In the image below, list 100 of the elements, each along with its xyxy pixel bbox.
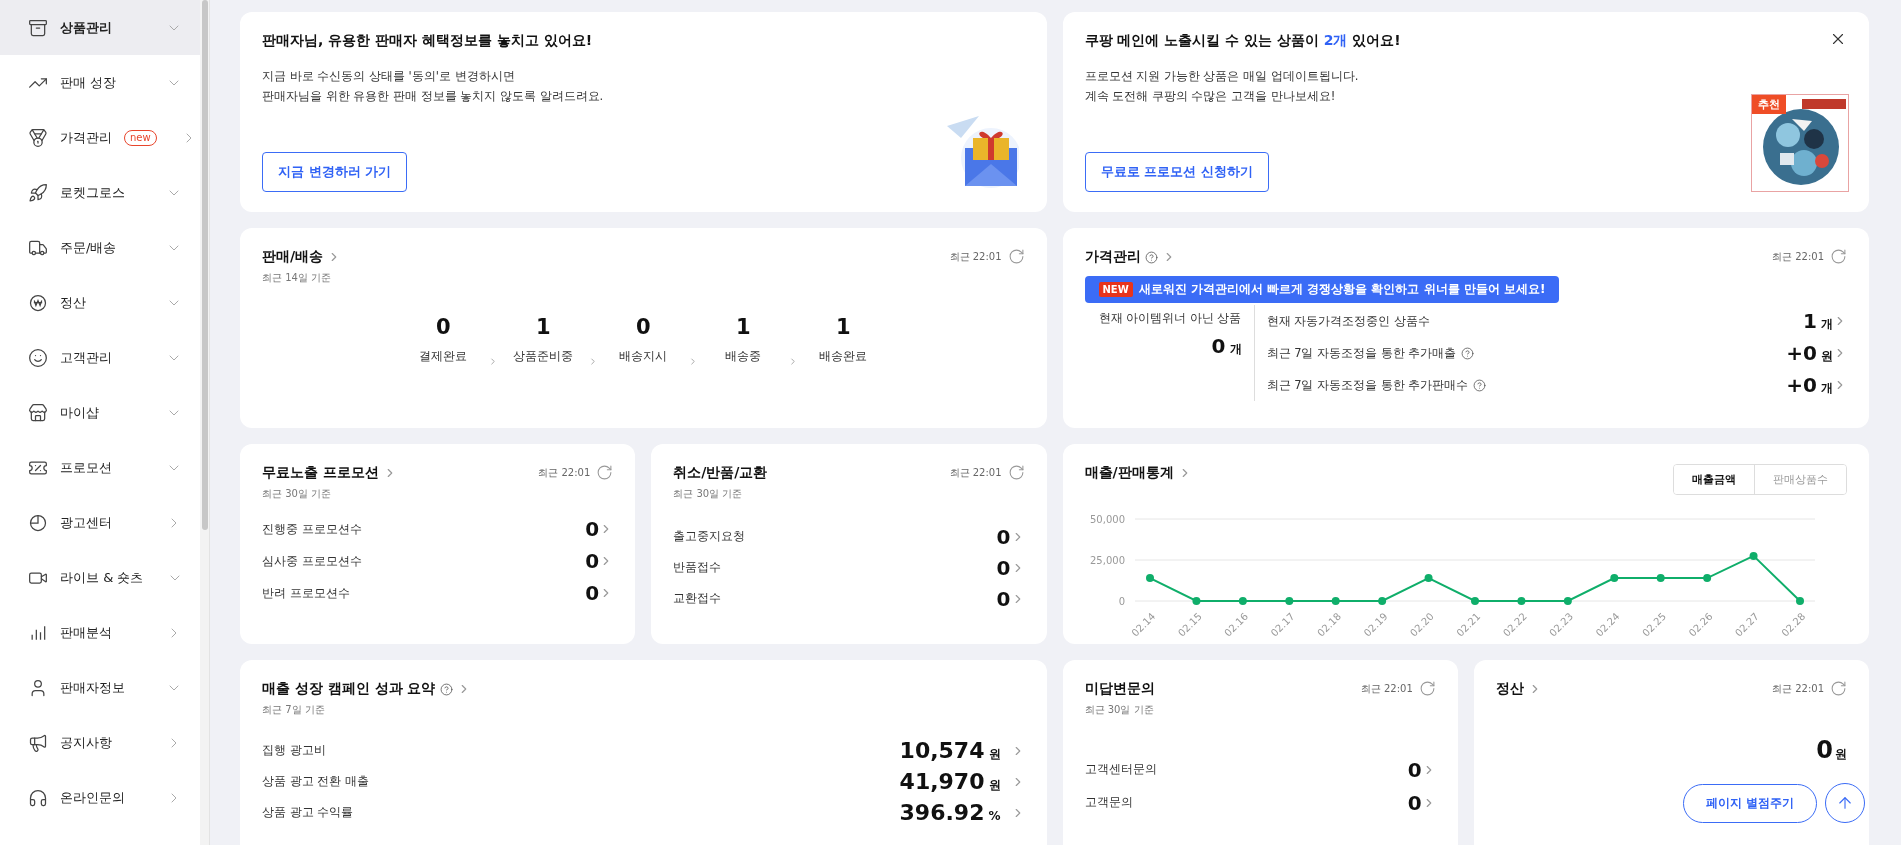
count-value[interactable]: 0 (996, 555, 1011, 580)
data-point (1516, 597, 1525, 605)
row-label: 심사중 프로모션수 (262, 553, 362, 569)
refresh-icon[interactable] (1830, 680, 1847, 697)
help-icon[interactable] (439, 682, 453, 696)
step-label: 상품준비중 (513, 349, 574, 364)
banner-text: 지금 바로 수신동의 상태를 '동의'로 변경하시면 (262, 68, 515, 85)
amount-value[interactable]: 396.92 (899, 800, 985, 825)
count-value[interactable]: 0 (996, 524, 1011, 549)
card-title[interactable]: 정산 (1495, 680, 1524, 698)
banner-title: 쿠팡 메인에 노출시킬 수 있는 상품이 2개 있어요! (1084, 32, 1401, 50)
count-value[interactable]: 0 (585, 517, 600, 541)
row-label: 반품접수 (673, 560, 722, 575)
updated-time: 최근 22:01 (1772, 681, 1824, 696)
refresh-icon[interactable] (1830, 248, 1847, 265)
refresh-icon[interactable] (1007, 464, 1025, 481)
step-label: 결제완료 (419, 349, 468, 364)
unit-label: 원 (988, 746, 1001, 763)
card-title[interactable]: 가격관리 (1084, 248, 1141, 266)
row-label: 현재 자동가격조정중인 상품수 (1266, 313, 1430, 329)
unit-label: 개 (1821, 316, 1833, 333)
help-icon[interactable] (1144, 250, 1158, 264)
updated-time: 최근 22:01 (1360, 681, 1413, 696)
banner-text: 프로모션 지원 가능한 상품은 매일 업데이트됩니다. (1084, 68, 1359, 85)
row-label: 현재 아이템위너 아닌 상품 (1098, 311, 1242, 326)
card-subtitle: 최근 30일 기준 (673, 487, 744, 501)
count-value[interactable]: 0 (585, 581, 600, 605)
data-point (1563, 597, 1572, 605)
axis-label: 0 (1118, 596, 1125, 607)
unit-label: 개 (1229, 341, 1242, 358)
change-consent-button[interactable]: 지금 변경하러 가기 (262, 152, 408, 192)
card-subtitle: 최근 30일 기준 (262, 487, 333, 501)
medal-icon (28, 127, 48, 148)
row-label: 최근 7일 자동조정을 통한 추가매출 (1266, 345, 1457, 361)
banner-text: 판매자님을 위한 유용한 판매 정보를 놓치지 않도록 알려드려요. (262, 88, 604, 105)
step-count[interactable]: 0 (635, 315, 651, 339)
data-point (1284, 597, 1293, 605)
row-label: 진행중 프로모션수 (262, 521, 362, 537)
storefront-icon (28, 402, 48, 423)
data-point (1145, 574, 1154, 583)
card-subtitle: 최근 14일 기준 (262, 271, 333, 285)
row-label: 상품 광고 전환 매출 (262, 774, 369, 789)
count-value[interactable]: +0 (1786, 341, 1817, 365)
data-point (1702, 574, 1711, 583)
apply-promotion-button[interactable]: 무료로 프로모션 신청하기 (1084, 152, 1269, 192)
count-value: 0 (1211, 334, 1226, 358)
data-point (1191, 597, 1200, 605)
row-label: 최근 7일 자동조정을 통한 추가판매수 (1266, 377, 1469, 393)
new-badge: NEW (1098, 282, 1133, 297)
row-label: 출고중지요청 (673, 529, 746, 544)
row-label: 고객센터문의 (1084, 762, 1157, 777)
recommend-badge: 추천 (1752, 95, 1786, 114)
help-icon[interactable] (1461, 346, 1475, 360)
refresh-icon[interactable] (596, 464, 614, 481)
card-title: 취소/반품/교환 (673, 464, 768, 482)
refresh-icon[interactable] (1007, 248, 1025, 265)
step-label: 배송지시 (619, 349, 668, 364)
data-point (1795, 597, 1804, 605)
card-title[interactable]: 매출 성장 캠페인 성과 요약 (262, 680, 436, 698)
help-icon[interactable] (1473, 378, 1487, 392)
amount-value[interactable]: 10,574 (899, 738, 985, 763)
data-point (1377, 597, 1386, 605)
pie-chart-icon (28, 512, 48, 533)
banner-title: 판매자님, 유용한 판매자 혜택정보를 놓치고 있어요! (262, 32, 593, 50)
count-value[interactable]: 0 (1407, 790, 1422, 815)
data-point (1424, 574, 1433, 583)
count-value[interactable]: 0 (996, 586, 1011, 611)
row-label: 집행 광고비 (262, 743, 326, 758)
card-title[interactable]: 무료노출 프로모션 (262, 464, 379, 482)
axis-label: 25,000 (1089, 555, 1125, 566)
unit-label: 원 (1835, 746, 1847, 763)
card-title[interactable]: 매출/판매통계 (1084, 464, 1174, 482)
step-count[interactable]: 0 (435, 315, 451, 339)
data-point (1331, 597, 1340, 605)
step-count[interactable]: 1 (735, 315, 751, 339)
axis-label: 50,000 (1089, 514, 1125, 525)
count-value[interactable]: 1 (1803, 309, 1817, 333)
row-label: 고객문의 (1084, 795, 1133, 810)
amount-value[interactable]: 41,970 (899, 769, 985, 794)
updated-time: 최근 22:01 (1772, 249, 1824, 264)
sidebar-item[interactable]: 상품관리 (0, 0, 200, 55)
step-count[interactable]: 1 (835, 315, 851, 339)
smiley-icon (28, 347, 48, 368)
updated-time: 최근 22:01 (949, 465, 1002, 480)
data-point (1656, 574, 1665, 583)
notice-text: 새로워진 가격관리에서 빠르게 경쟁상황을 확인하고 위너를 만들어 보세요! (1138, 281, 1546, 298)
unit-label: 원 (1821, 348, 1833, 365)
count-value[interactable]: +0 (1786, 373, 1817, 397)
count-value[interactable]: 0 (585, 549, 600, 573)
banner-text: 계속 도전해 쿠팡의 수많은 고객을 만나보세요! (1084, 88, 1336, 105)
card-title: 미답변문의 (1084, 680, 1155, 698)
row-label: 반려 프로모션수 (262, 585, 350, 601)
data-point (1609, 574, 1618, 583)
scrollbar-thumb[interactable] (202, 0, 208, 530)
step-count[interactable]: 1 (535, 315, 551, 339)
refresh-icon[interactable] (1418, 680, 1436, 697)
card-title[interactable]: 판매/배송 (262, 248, 324, 266)
unit-label: 원 (988, 777, 1001, 794)
count-value[interactable]: 0 (1407, 757, 1422, 782)
step-label: 배송완료 (819, 349, 868, 364)
